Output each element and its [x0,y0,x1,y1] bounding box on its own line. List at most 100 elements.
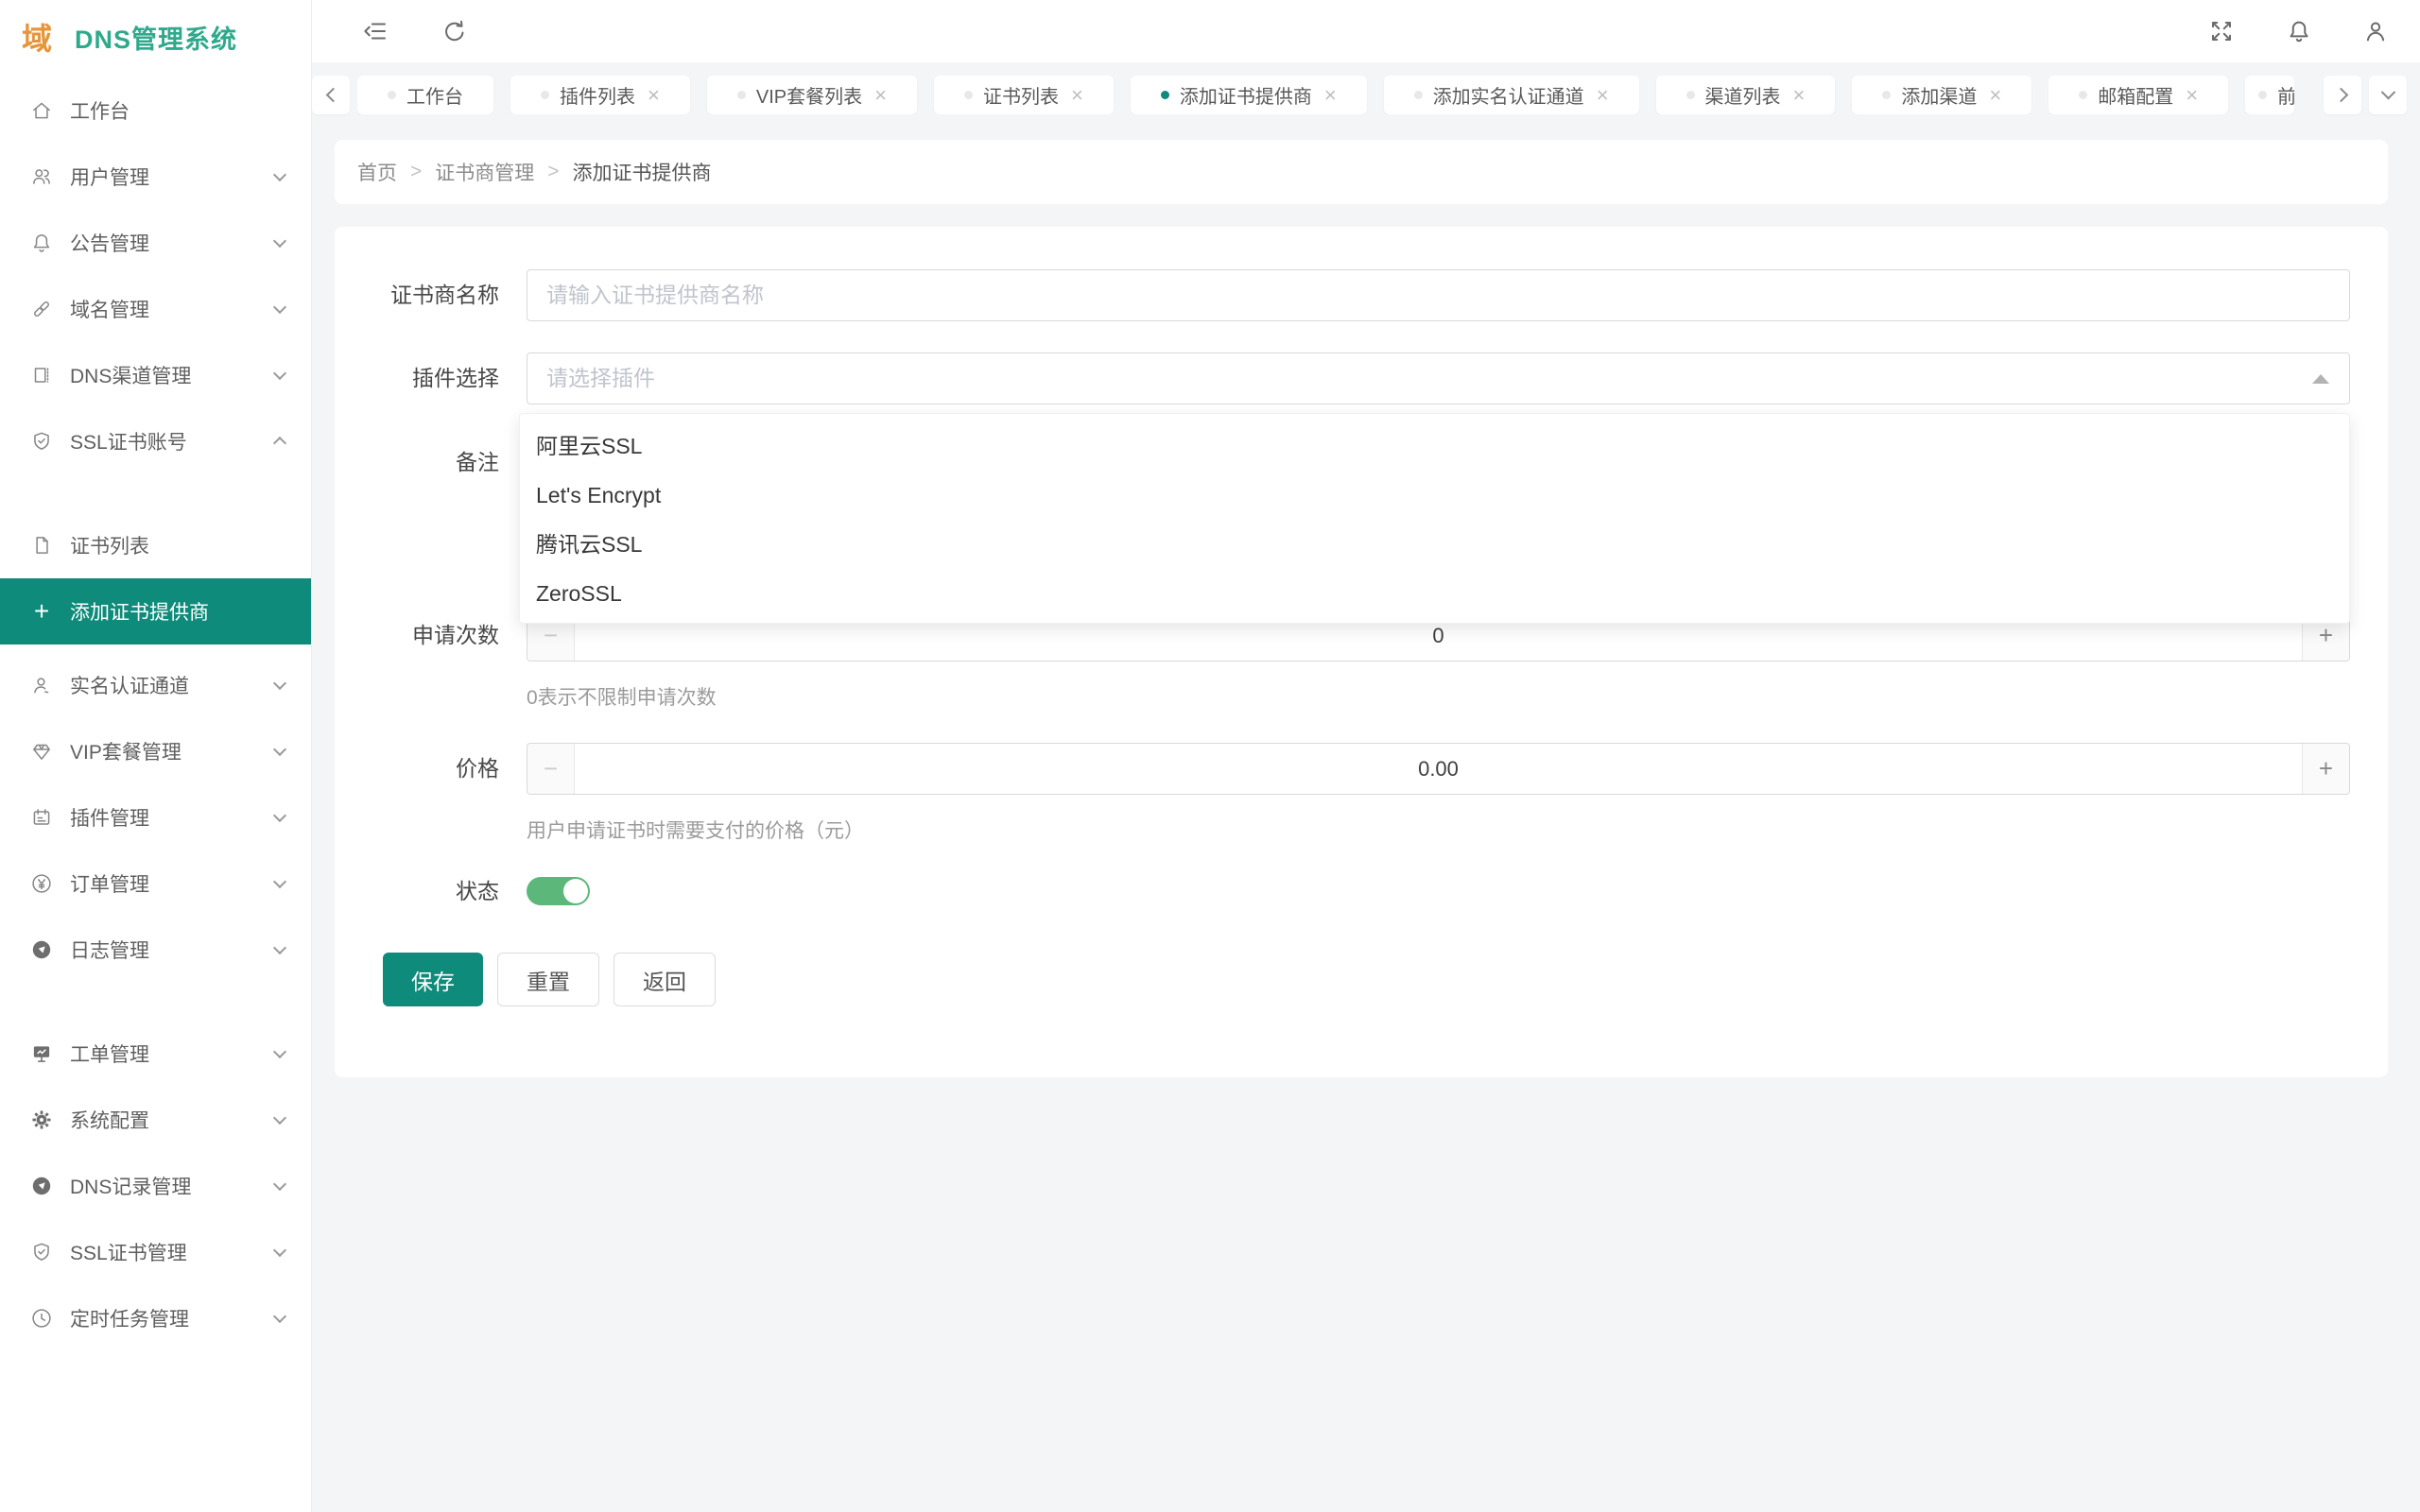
price-label: 价格 [456,756,499,781]
sidebar-item-log-management[interactable]: 日志管理 [0,917,311,983]
reset-button[interactable]: 重置 [497,953,599,1006]
person-icon [29,673,54,697]
tab-channel-list[interactable]: 渠道列表 × [1655,76,1836,114]
sidebar-item-ticket-management[interactable]: 工单管理 [0,1021,311,1087]
sidebar: 域 DNS管理系统 工作台 用户管理 公告管理 域名管理 DNS渠道管理 SSL… [0,0,312,1512]
bell-icon[interactable] [2285,17,2313,45]
status-toggle[interactable] [527,877,590,905]
chevron-down-icon [272,366,287,381]
shield-check-icon [29,1240,54,1264]
remark-label: 备注 [456,450,499,474]
tab-dot [2079,91,2088,99]
fullscreen-icon[interactable] [2207,17,2236,45]
breadcrumb: 首页 > 证书商管理 > 添加证书提供商 [335,140,2388,204]
sidebar-item-vip-package-management[interactable]: VIP套餐管理 [0,718,311,784]
decrement-button[interactable]: − [527,744,575,794]
logo-mark: 域 [22,22,53,56]
increment-button[interactable]: + [2302,744,2349,794]
tab-cert-list[interactable]: 证书列表 × [933,76,1114,114]
main-area: 工作台 插件列表 × VIP套餐列表 × 证书列表 × 添加证书提供商 × 添加… [312,0,2420,1512]
toggle-knob [563,879,588,903]
status-label: 状态 [456,879,499,903]
clock-icon [29,1306,54,1331]
board-icon [29,805,54,830]
close-icon[interactable]: × [648,84,660,106]
plus-icon: + [33,596,50,626]
chevron-down-icon [272,1243,287,1258]
breadcrumb-separator: > [410,161,423,182]
tab-plugin-list[interactable]: 插件列表 × [510,76,690,114]
tabs-scroll-right-button[interactable] [2324,76,2361,114]
close-icon[interactable]: × [1597,84,1609,106]
tab-dot [1882,91,1892,99]
select-arrow-up-icon [2312,373,2329,384]
sidebar-item-user-management[interactable]: 用户管理 [0,144,311,210]
sidebar-item-domain-management[interactable]: 域名管理 [0,276,311,342]
sidebar-item-dns-record-management[interactable]: DNS记录管理 [0,1153,311,1219]
plugin-select[interactable] [527,352,2350,404]
tab-truncated[interactable]: 前 [2245,76,2295,114]
chevron-down-icon [272,300,287,315]
top-header [312,0,2420,62]
sidebar-item-system-config[interactable]: 系统配置 [0,1087,311,1153]
sidebar-nav: 工作台 用户管理 公告管理 域名管理 DNS渠道管理 SSL证书账号 证书列表 … [0,74,311,1351]
tab-active-dot [1160,91,1169,99]
breadcrumb-current: 添加证书提供商 [572,163,712,184]
plugin-dropdown: 阿里云SSL Let's Encrypt 腾讯云SSL ZeroSSL [519,413,2350,624]
sidebar-item-add-cert-provider[interactable]: + 添加证书提供商 [0,578,311,644]
sidebar-item-ssl-cert-account[interactable]: SSL证书账号 [0,408,311,474]
tab-add-cert-provider[interactable]: 添加证书提供商 × [1130,76,1367,114]
sidebar-item-dns-channel-management[interactable]: DNS渠道管理 [0,342,311,408]
plugin-option-lets-encrypt[interactable]: Let's Encrypt [520,471,2349,520]
tab-add-realname-channel[interactable]: 添加实名认证通道 × [1383,76,1639,114]
tabs-menu-button[interactable] [2369,76,2407,114]
close-icon[interactable]: × [1324,84,1337,106]
tab-add-channel[interactable]: 添加渠道 × [1852,76,2032,114]
refresh-icon[interactable] [441,17,469,45]
tab-vip-package-list[interactable]: VIP套餐列表 × [706,76,917,114]
apply-count-value[interactable]: 0 [1432,624,1443,648]
breadcrumb-cert-provider-management[interactable]: 证书商管理 [435,158,534,186]
close-icon[interactable]: × [874,84,887,106]
close-icon[interactable]: × [1793,84,1806,106]
collapse-sidebar-icon[interactable] [361,17,389,45]
chevron-down-icon [272,808,287,823]
price-value[interactable]: 0.00 [1418,757,1459,782]
home-icon [29,98,54,123]
user-icon[interactable] [2361,17,2390,45]
chevron-right-icon [2333,87,2348,103]
apply-count-label: 申请次数 [412,623,499,647]
chevron-down-icon [272,742,287,757]
close-icon[interactable]: × [1989,84,2001,106]
close-icon[interactable]: × [2186,84,2198,106]
provider-name-field[interactable] [527,269,2350,321]
sidebar-item-order-management[interactable]: 订单管理 [0,850,311,917]
plugin-option-aliyun-ssl[interactable]: 阿里云SSL [520,421,2349,471]
shield-check-icon [29,429,54,454]
tab-dot [2258,91,2268,99]
back-button[interactable]: 返回 [614,953,716,1006]
compass-icon [29,1174,54,1198]
save-button[interactable]: 保存 [383,953,483,1006]
sidebar-item-cert-list[interactable]: 证书列表 [0,512,311,578]
sidebar-item-workbench[interactable]: 工作台 [0,77,311,144]
sidebar-item-ssl-cert-management[interactable]: SSL证书管理 [0,1219,311,1285]
chevron-down-icon [272,1177,287,1192]
plugin-select-row: 插件选择 [335,352,2350,404]
tab-dot [1685,91,1695,99]
tab-dot [736,91,746,99]
tab-workbench[interactable]: 工作台 [357,76,493,114]
plugin-option-tencent-ssl[interactable]: 腾讯云SSL [520,520,2349,569]
close-icon[interactable]: × [1071,84,1083,106]
tab-email-config[interactable]: 邮箱配置 × [2048,76,2229,114]
sidebar-item-plugin-management[interactable]: 插件管理 [0,784,311,850]
tabs-scroll-left-button[interactable] [312,76,350,114]
chevron-up-icon [272,436,287,451]
sidebar-item-realname-auth-channel[interactable]: 实名认证通道 [0,652,311,718]
plugin-option-zerossl[interactable]: ZeroSSL [520,569,2349,618]
sidebar-item-announcement-management[interactable]: 公告管理 [0,210,311,276]
sidebar-item-scheduled-task-management[interactable]: 定时任务管理 [0,1285,311,1351]
chevron-down-icon [272,1309,287,1324]
breadcrumb-home[interactable]: 首页 [357,158,397,186]
